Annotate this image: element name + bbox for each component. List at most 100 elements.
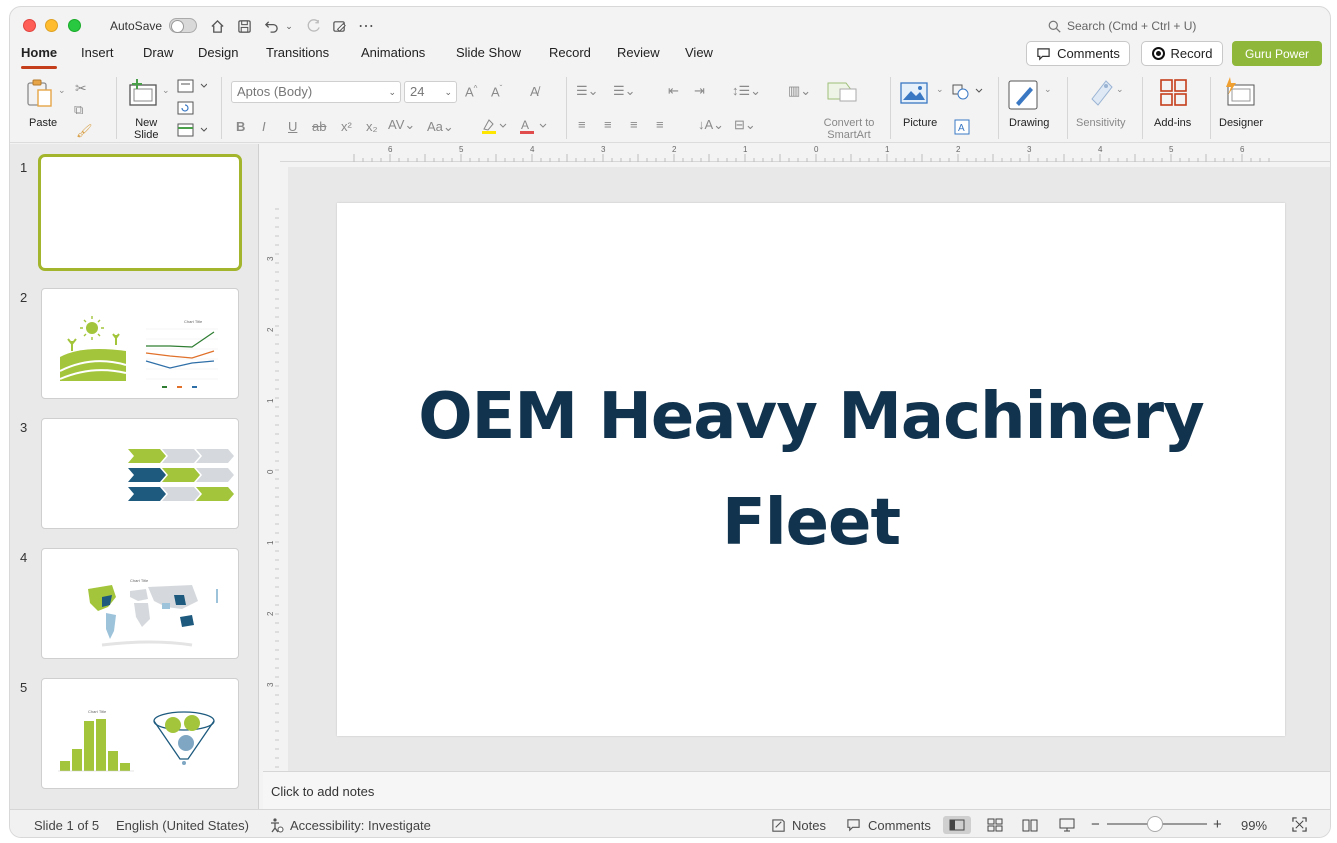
slide-thumbnail-2[interactable]: Chart Title	[41, 288, 239, 399]
reading-view-button[interactable]	[1016, 816, 1044, 834]
fit-to-window-icon[interactable]	[1292, 817, 1307, 835]
tab-home[interactable]: Home	[21, 45, 58, 69]
close-window-button[interactable]	[23, 19, 36, 32]
justify-icon[interactable]: ≡	[656, 117, 664, 132]
ruler-label: 0	[814, 145, 819, 154]
zoom-in-icon[interactable]: +	[1213, 816, 1222, 833]
undo-dropdown-icon[interactable]: ⌄	[284, 16, 294, 36]
drawing-dropdown-icon[interactable]: ⌄	[1044, 84, 1052, 95]
slideshow-view-button[interactable]	[1053, 816, 1081, 834]
ruler-label: 1	[266, 540, 275, 545]
status-comments-button[interactable]: Comments	[868, 818, 931, 833]
section-icon[interactable]	[177, 123, 208, 142]
subscript-icon[interactable]: x₂	[366, 119, 378, 134]
smartart-icon[interactable]	[826, 79, 860, 108]
designer-icon[interactable]	[1224, 77, 1256, 112]
sensitivity-icon[interactable]	[1086, 77, 1114, 112]
slide-sorter-button[interactable]	[981, 816, 1009, 834]
bullets-icon[interactable]: ☰⌄	[576, 83, 599, 99]
text-direction-icon[interactable]: ↓A⌄	[698, 117, 724, 133]
save-icon[interactable]	[234, 16, 254, 36]
minimize-window-button[interactable]	[45, 19, 58, 32]
decrease-indent-icon[interactable]: ⇤	[668, 83, 679, 99]
autosave-toggle[interactable]	[169, 18, 197, 33]
font-name-select[interactable]: Aptos (Body) ⌄	[231, 81, 401, 103]
grow-font-icon[interactable]: A^	[465, 84, 477, 99]
zoom-slider-handle[interactable]	[1147, 816, 1163, 832]
tab-review[interactable]: Review	[617, 45, 660, 69]
language-status[interactable]: English (United States)	[116, 818, 249, 833]
separator	[998, 77, 999, 139]
superscript-icon[interactable]: x²	[341, 119, 352, 134]
home-icon[interactable]	[207, 16, 227, 36]
font-color-icon[interactable]: A	[518, 117, 548, 140]
character-spacing-icon[interactable]: AV⌄	[388, 117, 415, 133]
tab-slide-show[interactable]: Slide Show	[456, 45, 521, 69]
zoom-out-icon[interactable]: −	[1091, 816, 1100, 833]
record-button[interactable]: Record	[1141, 41, 1223, 66]
new-slide-icon[interactable]	[128, 77, 160, 112]
align-right-icon[interactable]: ≡	[630, 117, 638, 132]
slide-thumbnail-4[interactable]: Chart Title	[41, 548, 239, 659]
more-icon[interactable]: ⋯	[356, 16, 376, 36]
copy-icon[interactable]: ⧉	[74, 102, 83, 118]
bold-icon[interactable]: B	[236, 119, 245, 134]
slide-title-textbox[interactable]: OEM Heavy Machinery Fleet	[418, 364, 1205, 576]
columns-icon[interactable]: ▥⌄	[788, 83, 811, 99]
tab-record[interactable]: Record	[549, 45, 591, 69]
notes-pane[interactable]: Click to add notes	[263, 771, 1330, 809]
new-slide-dropdown-icon[interactable]: ⌄	[162, 85, 170, 96]
drawing-icon[interactable]	[1008, 79, 1040, 116]
add-ins-icon[interactable]	[1160, 79, 1188, 112]
tab-design[interactable]: Design	[198, 45, 238, 69]
search-box[interactable]: Search (Cmd + Ctrl + U)	[1048, 19, 1196, 33]
tab-view[interactable]: View	[685, 45, 713, 69]
layout-icon[interactable]	[177, 79, 208, 98]
picture-dropdown-icon[interactable]: ⌄	[936, 84, 944, 95]
align-center-icon[interactable]: ≡	[604, 117, 612, 132]
highlight-icon[interactable]	[480, 117, 508, 140]
font-size-select[interactable]: 24 ⌄	[404, 81, 457, 103]
numbering-icon[interactable]: ☰⌄	[613, 83, 636, 99]
italic-icon[interactable]: I	[262, 119, 266, 134]
zoom-level[interactable]: 99%	[1241, 818, 1267, 833]
notes-button[interactable]: Notes	[792, 818, 826, 833]
shrink-font-icon[interactable]: Aˇ	[491, 84, 502, 99]
clear-formatting-icon[interactable]: A̸	[530, 84, 539, 99]
slide-thumbnail-3[interactable]	[41, 418, 239, 529]
thumb-chart-title: Chart Title	[130, 578, 149, 583]
picture-icon[interactable]	[900, 81, 930, 110]
reset-icon[interactable]	[177, 101, 195, 120]
line-spacing-icon[interactable]: ↕☰⌄	[732, 83, 761, 99]
redo-icon[interactable]	[303, 16, 323, 36]
strikethrough-icon[interactable]: ab	[312, 119, 326, 134]
tab-insert[interactable]: Insert	[81, 45, 114, 69]
align-text-icon[interactable]: ⊟⌄	[734, 117, 756, 133]
slide-editing-area[interactable]: OEM Heavy Machinery Fleet	[337, 203, 1285, 736]
present-save-icon[interactable]	[329, 16, 349, 36]
tab-draw[interactable]: Draw	[143, 45, 173, 69]
zoom-window-button[interactable]	[68, 19, 81, 32]
tab-transitions[interactable]: Transitions	[266, 45, 329, 69]
sensitivity-dropdown-icon[interactable]: ⌄	[1116, 84, 1124, 95]
increase-indent-icon[interactable]: ⇥	[694, 83, 705, 99]
align-left-icon[interactable]: ≡	[578, 117, 586, 132]
comments-button[interactable]: Comments	[1026, 41, 1130, 66]
tab-animations[interactable]: Animations	[361, 45, 425, 69]
text-box-icon[interactable]: A	[954, 119, 970, 140]
change-case-icon[interactable]: Aa⌄	[427, 119, 454, 135]
normal-view-button[interactable]	[943, 816, 971, 834]
format-painter-icon[interactable]: 🖌	[76, 123, 93, 139]
slide-thumbnail-1[interactable]	[38, 154, 242, 271]
slide-thumbnail-5[interactable]: Chart Title	[41, 678, 239, 789]
ruler-label: 5	[459, 145, 464, 154]
shapes-icon[interactable]	[952, 83, 986, 106]
undo-icon[interactable]	[261, 16, 281, 36]
paste-icon[interactable]	[24, 77, 56, 114]
paste-dropdown-icon[interactable]: ⌄	[58, 85, 66, 96]
underline-icon[interactable]: U	[288, 119, 297, 134]
cut-icon[interactable]: ✂	[75, 80, 87, 97]
accessibility-status[interactable]: Accessibility: Investigate	[290, 818, 431, 833]
smartart-label-line2: SmartArt	[827, 129, 871, 141]
guru-power-button[interactable]: Guru Power	[1232, 41, 1322, 66]
